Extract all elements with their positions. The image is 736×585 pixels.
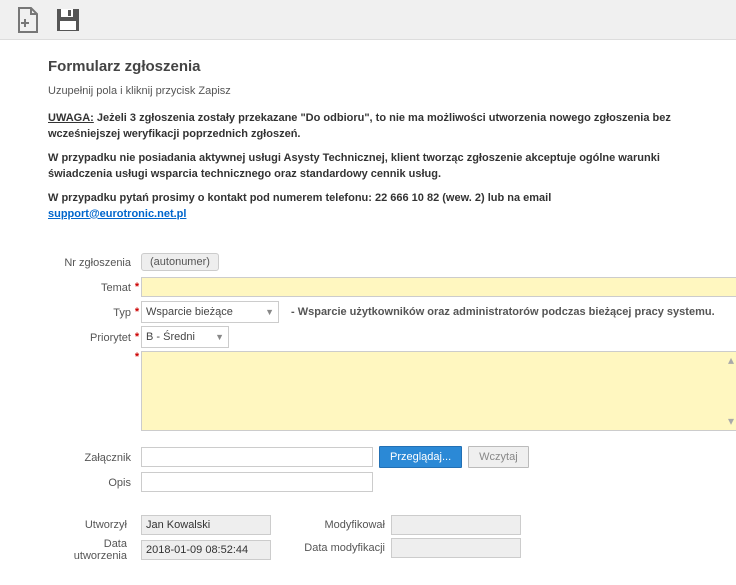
uwaga-text: Jeżeli 3 zgłoszenia zostały przekazane "… [48, 112, 671, 140]
priorytet-selected: B - Średni [146, 331, 195, 343]
attachment-path-input[interactable] [141, 447, 373, 467]
required-marker: * [133, 351, 141, 363]
typ-select[interactable]: Wsparcie bieżące ▼ [141, 301, 279, 323]
uwaga-label: UWAGA: [48, 112, 94, 124]
label-temat: Temat [48, 279, 133, 294]
chevron-down-icon: ▼ [265, 307, 274, 317]
description-textarea[interactable] [141, 351, 736, 431]
notice-terms: W przypadku nie posiadania aktywnej usłu… [48, 151, 716, 183]
label-data-modyfikacji: Data modyfikacji [271, 542, 391, 554]
label-utworzyl: Utworzył [48, 519, 133, 531]
label-priorytet: Priorytet [48, 329, 133, 344]
support-email-link[interactable]: support@eurotronic.net.pl [48, 208, 186, 220]
priorytet-select[interactable]: B - Średni ▼ [141, 326, 229, 348]
label-typ: Typ [48, 304, 133, 319]
save-floppy-icon[interactable] [54, 6, 82, 34]
label-data-utworzenia: Data utworzenia [48, 538, 133, 562]
modyfikowal-value [391, 515, 521, 535]
content-area: Formularz zgłoszenia Uzupełnij pola i kl… [0, 40, 736, 585]
typ-selected: Wsparcie bieżące [146, 306, 233, 318]
required-marker: * [133, 306, 141, 318]
notice-contact: W przypadku pytań prosimy o kontakt pod … [48, 191, 716, 223]
utworzyl-value [141, 515, 271, 535]
browse-button[interactable]: Przeglądaj... [379, 446, 462, 468]
page-title: Formularz zgłoszenia [48, 58, 716, 75]
label-modyfikowal: Modyfikował [271, 519, 391, 531]
temat-input[interactable] [141, 277, 736, 297]
opis-input[interactable] [141, 472, 373, 492]
toolbar [0, 0, 736, 40]
data-modyfikacji-value [391, 538, 521, 558]
chevron-down-icon: ▼ [215, 332, 224, 342]
nr-autovalue: (autonumer) [141, 253, 219, 271]
form: Nr zgłoszenia (autonumer) Temat * Typ * … [48, 251, 716, 565]
label-nr: Nr zgłoszenia [48, 254, 133, 269]
notice-uwaga: UWAGA: Jeżeli 3 zgłoszenia zostały przek… [48, 111, 716, 143]
contact-text: W przypadku pytań prosimy o kontakt pod … [48, 192, 551, 204]
label-opis: Opis [48, 474, 133, 489]
load-button[interactable]: Wczytaj [468, 446, 529, 468]
page-subtitle: Uzupełnij pola i kliknij przycisk Zapisz [48, 85, 716, 97]
data-utworzenia-value [141, 540, 271, 560]
required-marker: * [133, 281, 141, 293]
new-file-plus-icon[interactable] [14, 6, 42, 34]
required-marker: * [133, 331, 141, 343]
typ-hint: - Wsparcie użytkowników oraz administrat… [291, 306, 715, 318]
label-zalacznik: Załącznik [48, 449, 133, 464]
